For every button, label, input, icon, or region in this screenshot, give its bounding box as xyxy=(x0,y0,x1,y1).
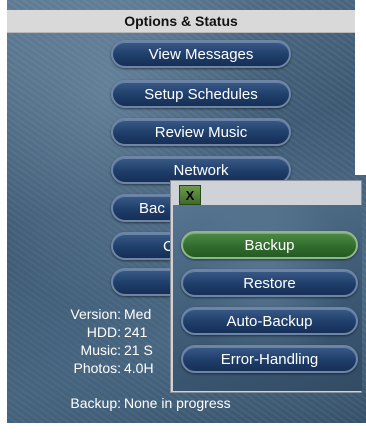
page-title: Options & Status xyxy=(7,10,355,33)
right-margin xyxy=(355,0,366,175)
hdd-row: HDD: xyxy=(0,323,121,341)
auto-backup-button[interactable]: Auto-Backup xyxy=(181,307,358,335)
setup-schedules-button[interactable]: Setup Schedules xyxy=(111,80,291,108)
view-messages-button[interactable]: View Messages xyxy=(111,40,291,68)
restore-button[interactable]: Restore xyxy=(181,269,358,297)
backup-button[interactable]: Backup xyxy=(181,231,358,259)
version-row: Version: xyxy=(0,305,121,323)
review-music-button[interactable]: Review Music xyxy=(111,118,291,146)
photos-row: Photos: xyxy=(0,359,121,377)
music-row: Music: xyxy=(0,341,121,359)
version-label: Version: xyxy=(70,306,121,322)
bottom-margin xyxy=(0,423,366,443)
close-button[interactable]: X xyxy=(179,185,201,205)
backup-row: Backup: xyxy=(0,394,121,412)
music-value: 21 S xyxy=(124,342,153,358)
photos-value: 4.0H xyxy=(124,360,154,376)
error-handling-button[interactable]: Error-Handling xyxy=(181,345,358,373)
backup-value: None in progress xyxy=(124,395,231,411)
hdd-value: 241 xyxy=(124,324,148,340)
backup-label: Backup: xyxy=(70,395,121,411)
version-value: Med xyxy=(124,306,152,322)
hdd-label: HDD: xyxy=(86,324,121,340)
music-label: Music: xyxy=(80,342,121,358)
photos-label: Photos: xyxy=(73,360,121,376)
